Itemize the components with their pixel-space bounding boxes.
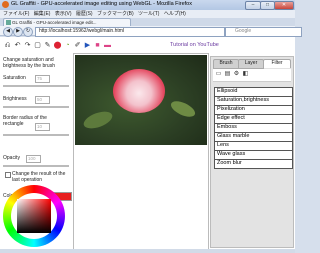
pen-tool-icon[interactable]: ✎ [43, 41, 52, 50]
navigation-bar: ◀ ▶ ↻ http://localhost:15962/webgl/main.… [0, 26, 302, 37]
gear-icon[interactable]: ⚙ [233, 71, 240, 78]
menu-view[interactable]: 表示(V) [55, 11, 72, 17]
menu-bookmarks[interactable]: ブックマーク(B) [97, 11, 134, 17]
back-button[interactable]: ◀ [3, 27, 13, 37]
saturation-input[interactable]: 75 [35, 75, 50, 83]
menu-history[interactable]: 履歴(S) [76, 11, 93, 17]
color-picker-square[interactable] [17, 199, 51, 233]
menu-help[interactable]: ヘルプ(H) [164, 11, 186, 17]
opacity-slider[interactable] [3, 165, 69, 167]
filter-zoom-blur[interactable]: Zoom blur [214, 159, 293, 169]
list-icon[interactable]: ▤ [224, 71, 231, 78]
menu-bar: ファイル(F) 編集(E) 表示(V) 履歴(S) ブックマーク(B) ツール(… [0, 10, 295, 18]
tutorial-link[interactable]: Tutorial on YouTube [170, 42, 219, 48]
fill-icon[interactable]: ▬ [103, 41, 112, 50]
opacity-input[interactable]: 100 [26, 155, 41, 163]
canvas-area[interactable] [73, 53, 209, 251]
close-button[interactable]: ✕ [274, 1, 294, 10]
firefox-icon [2, 1, 9, 8]
rectangle-tool-icon[interactable]: ▢ [33, 41, 42, 50]
maximize-button[interactable]: □ [260, 1, 275, 10]
color-picker-wheel[interactable] [3, 185, 65, 247]
reload-button[interactable]: ↻ [23, 27, 33, 37]
opacity-label: Opacity [3, 155, 20, 161]
new-icon[interactable]: ⎌ [3, 41, 12, 50]
forward-button[interactable]: ▶ [13, 27, 23, 37]
eraser-tool-icon[interactable]: ✐ [73, 41, 82, 50]
menu-edit[interactable]: 編集(E) [34, 11, 51, 17]
brightness-slider[interactable] [3, 106, 69, 108]
change-result-checkbox[interactable] [5, 172, 11, 178]
stop-icon[interactable]: ■ [93, 41, 102, 50]
saturation-label: Saturation [3, 75, 26, 81]
brightness-input[interactable]: 50 [35, 96, 50, 104]
url-bar[interactable]: http://localhost:15962/webgl/main.html [35, 27, 225, 37]
redo-icon[interactable]: ↷ [23, 41, 32, 50]
brightness-label: Brightness [3, 96, 27, 102]
layer-icon[interactable]: ◧ [242, 71, 249, 78]
border-radius-input[interactable]: 10 [35, 123, 50, 131]
tab-bar: GL Graffiti - GPU-accelerated image edit… [0, 18, 295, 27]
menu-tools[interactable]: ツール(T) [138, 11, 159, 17]
rose-image [113, 69, 165, 113]
window-title: GL Graffiti - GPU-accelerated image edit… [11, 1, 192, 7]
border-radius-slider[interactable] [3, 134, 69, 136]
color-brush-icon[interactable]: ⬤ [53, 41, 62, 50]
search-input[interactable]: Google [225, 27, 302, 37]
page-icon[interactable]: ▭ [215, 71, 222, 78]
browser-tab-label: GL Graffiti - GPU-accelerated image edit… [12, 20, 97, 25]
image-canvas[interactable] [75, 55, 207, 145]
favicon-icon [6, 20, 11, 25]
change-result-label: Change the result of the last operation [12, 171, 66, 183]
filter-panel: Brush Layer Filter ▭ ▤ ⚙ ◧ Ellipsoid Sat… [210, 56, 294, 248]
tool-description: Change saturation and brightness by the … [3, 57, 55, 69]
page-content: ⎌ ↶ ↷ ▢ ✎ ⬤ ◔ ✐ ▶ ■ ▬ Tutorial on YouTub… [0, 37, 295, 251]
tab-filter[interactable]: Filter [263, 59, 291, 68]
filter-icon-bar: ▭ ▤ ⚙ ◧ [213, 69, 291, 82]
undo-icon[interactable]: ↶ [13, 41, 22, 50]
menu-file[interactable]: ファイル(F) [3, 11, 29, 17]
window-titlebar: GL Graffiti - GPU-accelerated image edit… [0, 0, 295, 10]
saturation-brush-icon[interactable]: ◔ [63, 41, 72, 50]
tab-layer[interactable]: Layer [238, 59, 264, 69]
status-bar [0, 249, 295, 253]
play-icon[interactable]: ▶ [83, 41, 92, 50]
saturation-slider[interactable] [3, 85, 69, 87]
tab-brush[interactable]: Brush [213, 59, 239, 69]
minimize-button[interactable]: – [245, 1, 261, 10]
